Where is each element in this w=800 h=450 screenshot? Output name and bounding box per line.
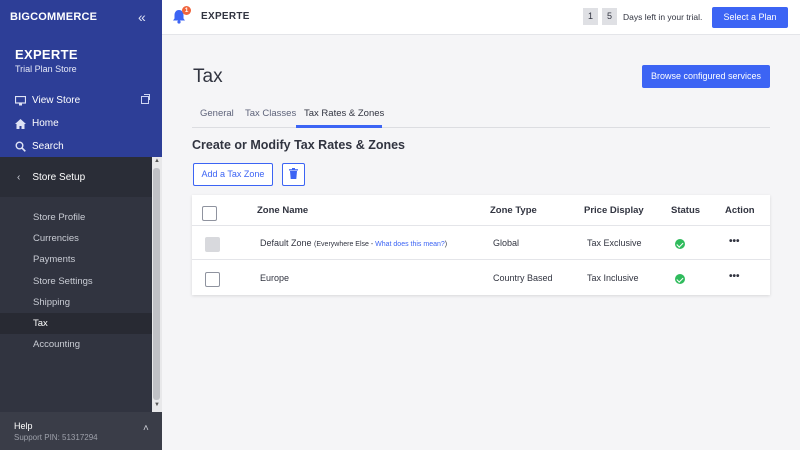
top-header: 1 EXPERTE 1 5 Days left in your trial. S… [162,0,800,35]
chevron-up-icon: ˄ [143,423,149,434]
sidebar-section-label: Store Setup [32,171,86,183]
sidebar-item-payments[interactable]: Payments [0,249,152,270]
header-store-name: EXPERTE [201,11,250,22]
sidebar-scrollbar[interactable]: ▲ ▼ [152,157,162,412]
zone-name: Default Zone [260,238,312,248]
zone-type-cell: Country Based [493,273,553,283]
active-tab-indicator [296,125,382,128]
tax-zones-table: Zone Name Zone Type Price Display Status… [192,195,770,295]
trash-icon [289,166,298,184]
sidebar-footer-help[interactable]: Help Support PIN: 51317294 ˄ [0,412,162,450]
sidebar-item-currencies[interactable]: Currencies [0,228,152,249]
sidebar-store-panel: BIGCOMMERCE « EXPERTE Trial Plan Store V… [0,0,162,157]
row-actions-icon[interactable]: ••• [729,271,740,282]
collapse-sidebar-icon[interactable]: « [138,9,146,25]
row-actions-icon[interactable]: ••• [729,236,740,247]
price-display-cell: Tax Inclusive [587,273,639,283]
tab-tax-rates-zones[interactable]: Tax Rates & Zones [304,108,384,119]
section-title: Create or Modify Tax Rates & Zones [192,138,406,152]
sidebar-link-label: Home [32,118,59,129]
sidebar-link-search[interactable]: Search [15,141,64,152]
chevron-left-icon: ‹ [17,171,21,183]
store-plan: Trial Plan Store [15,64,77,74]
days-left-digit: 5 [602,8,617,25]
monitor-icon [15,95,26,106]
select-plan-button[interactable]: Select a Plan [712,7,788,28]
scrollbar-thumb[interactable] [153,168,160,400]
tab-general[interactable]: General [200,108,234,119]
add-tax-zone-button[interactable]: Add a Tax Zone [193,163,273,186]
sidebar-link-label: View Store [32,95,81,106]
sidebar-item-accounting[interactable]: Accounting [0,334,152,355]
status-enabled-icon[interactable] [675,239,685,249]
trial-days-text: Days left in your trial. [623,12,703,22]
notification-badge: 1 [182,6,191,15]
days-left-digit: 1 [583,8,598,25]
scroll-down-arrow-icon[interactable]: ▼ [154,402,160,408]
browse-services-button[interactable]: Browse configured services [642,65,770,88]
zone-note: (Everywhere Else - [314,241,376,248]
row-checkbox [205,237,220,252]
sidebar-item-store-profile[interactable]: Store Profile [0,207,152,228]
zone-name-cell: Default Zone (Everywhere Else - What doe… [260,238,447,248]
scroll-up-arrow-icon[interactable]: ▲ [154,158,160,164]
what-does-this-mean-link[interactable]: What does this mean? [375,241,445,248]
store-name: EXPERTE [15,47,78,62]
zone-note-end: ) [444,241,448,248]
column-header-zone-type[interactable]: Zone Type [490,205,537,216]
column-header-price-display[interactable]: Price Display [584,205,644,216]
zone-type-cell: Global [493,238,520,248]
status-enabled-icon[interactable] [675,274,685,284]
home-icon [15,118,26,129]
help-label: Help [14,421,33,431]
table-row: Europe Country Based Tax Inclusive ••• [192,261,770,295]
external-link-icon[interactable] [141,94,150,104]
sidebar-item-tax[interactable]: Tax [0,313,152,334]
page-title: Tax [193,66,223,87]
table-header: Zone Name Zone Type Price Display Status… [192,195,770,226]
sidebar-link-view-store[interactable]: View Store [15,95,80,106]
select-all-checkbox[interactable] [202,206,217,221]
table-row: Default Zone (Everywhere Else - What doe… [192,226,770,260]
sidebar-link-home[interactable]: Home [15,118,59,129]
sidebar-item-shipping[interactable]: Shipping [0,292,152,313]
bigcommerce-logo[interactable]: BIGCOMMERCE [10,11,97,23]
tab-tax-classes[interactable]: Tax Classes [245,108,296,119]
sidebar-item-store-settings[interactable]: Store Settings [0,271,152,292]
column-header-action: Action [725,205,755,216]
price-display-cell: Tax Exclusive [587,238,642,248]
support-pin: Support PIN: 51317294 [14,433,98,442]
tax-tabs: General Tax Classes Tax Rates & Zones [192,103,770,128]
column-header-zone-name[interactable]: Zone Name [257,205,308,216]
row-checkbox[interactable] [205,272,220,287]
sidebar-section-store-setup[interactable]: ‹ Store Setup [0,157,152,197]
delete-button[interactable] [282,163,305,186]
column-header-status: Status [671,205,701,216]
search-icon [15,141,26,152]
sidebar-link-label: Search [32,141,64,152]
zone-name[interactable]: Europe [260,273,289,283]
sidebar: BIGCOMMERCE « EXPERTE Trial Plan Store V… [0,0,162,450]
